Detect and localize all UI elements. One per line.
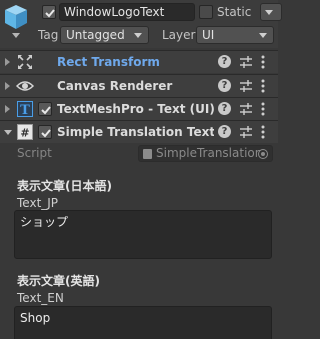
- more-options-icon[interactable]: [261, 101, 265, 117]
- object-picker-icon[interactable]: [258, 149, 268, 159]
- object-header: WindowLogoText Static Tag Untagged Layer…: [0, 0, 282, 48]
- component-title: TextMeshPro - Text (UI): [57, 102, 215, 116]
- svg-text:#: #: [20, 127, 29, 140]
- gameobject-cube-icon: [5, 5, 27, 38]
- more-options-icon[interactable]: [261, 78, 265, 94]
- help-icon[interactable]: ?: [218, 79, 231, 92]
- component-toolbar: ?: [214, 51, 278, 73]
- tag-value: Untagged: [66, 28, 125, 42]
- script-hash-icon: #: [17, 124, 33, 140]
- text-t-icon: T: [17, 101, 33, 117]
- component-canvas-renderer[interactable]: Canvas Renderer ?: [0, 74, 278, 97]
- static-checkbox[interactable]: [199, 5, 213, 19]
- script-file-icon: [143, 149, 152, 159]
- component-title: Rect Transform: [57, 55, 160, 69]
- foldout-arrow[interactable]: [5, 58, 10, 66]
- component-enabled-checkbox[interactable]: [38, 125, 52, 139]
- component-textmeshpro[interactable]: T TextMeshPro - Text (UI) ?: [0, 97, 278, 120]
- component-enabled-checkbox[interactable]: [38, 102, 52, 116]
- eye-icon: [16, 81, 34, 91]
- tag-label: Tag: [38, 28, 59, 42]
- presets-icon[interactable]: [239, 125, 253, 139]
- layer-label: Layer: [162, 28, 196, 42]
- layer-dropdown[interactable]: UI: [196, 26, 274, 44]
- help-icon[interactable]: ?: [218, 55, 231, 68]
- section-header-jp: 表示文章(日本語): [17, 179, 112, 193]
- object-name-field[interactable]: WindowLogoText: [59, 3, 195, 21]
- component-title: Canvas Renderer: [57, 79, 173, 93]
- foldout-arrow[interactable]: [5, 105, 10, 113]
- foldout-arrow[interactable]: [4, 130, 12, 135]
- script-value: SimpleTranslation: [156, 146, 263, 160]
- help-icon[interactable]: ?: [218, 125, 231, 138]
- layer-value: UI: [202, 28, 215, 42]
- tag-dropdown[interactable]: Untagged: [60, 26, 149, 44]
- script-field[interactable]: SimpleTranslation: [138, 145, 273, 162]
- component-toolbar: ?: [214, 98, 278, 120]
- static-label: Static: [217, 5, 252, 19]
- component-title: Simple Translation Text (Sc: [57, 125, 241, 139]
- presets-icon[interactable]: [239, 79, 253, 93]
- text-en-textarea[interactable]: Shop: [14, 306, 272, 339]
- rect-transform-icon: [18, 55, 32, 69]
- more-options-icon[interactable]: [261, 54, 265, 70]
- text-jp-textarea[interactable]: ショップ: [14, 210, 272, 259]
- script-label: Script: [17, 146, 52, 160]
- presets-icon[interactable]: [239, 55, 253, 69]
- static-dropdown[interactable]: [260, 3, 282, 21]
- svg-text:T: T: [20, 103, 30, 117]
- component-rect-transform[interactable]: Rect Transform ?: [0, 50, 278, 73]
- presets-icon[interactable]: [239, 102, 253, 116]
- field-label-text-jp: Text_JP: [17, 196, 59, 210]
- component-toolbar: ?: [214, 75, 278, 97]
- component-toolbar: ?: [214, 121, 278, 143]
- section-header-en: 表示文章(英語): [17, 274, 100, 288]
- active-checkbox[interactable]: [42, 5, 56, 19]
- foldout-arrow[interactable]: [5, 82, 10, 90]
- help-icon[interactable]: ?: [218, 102, 231, 115]
- more-options-icon[interactable]: [261, 124, 265, 140]
- component-simple-translation-text[interactable]: # Simple Translation Text (Sc ?: [0, 120, 278, 143]
- field-label-text-en: Text_EN: [17, 291, 64, 305]
